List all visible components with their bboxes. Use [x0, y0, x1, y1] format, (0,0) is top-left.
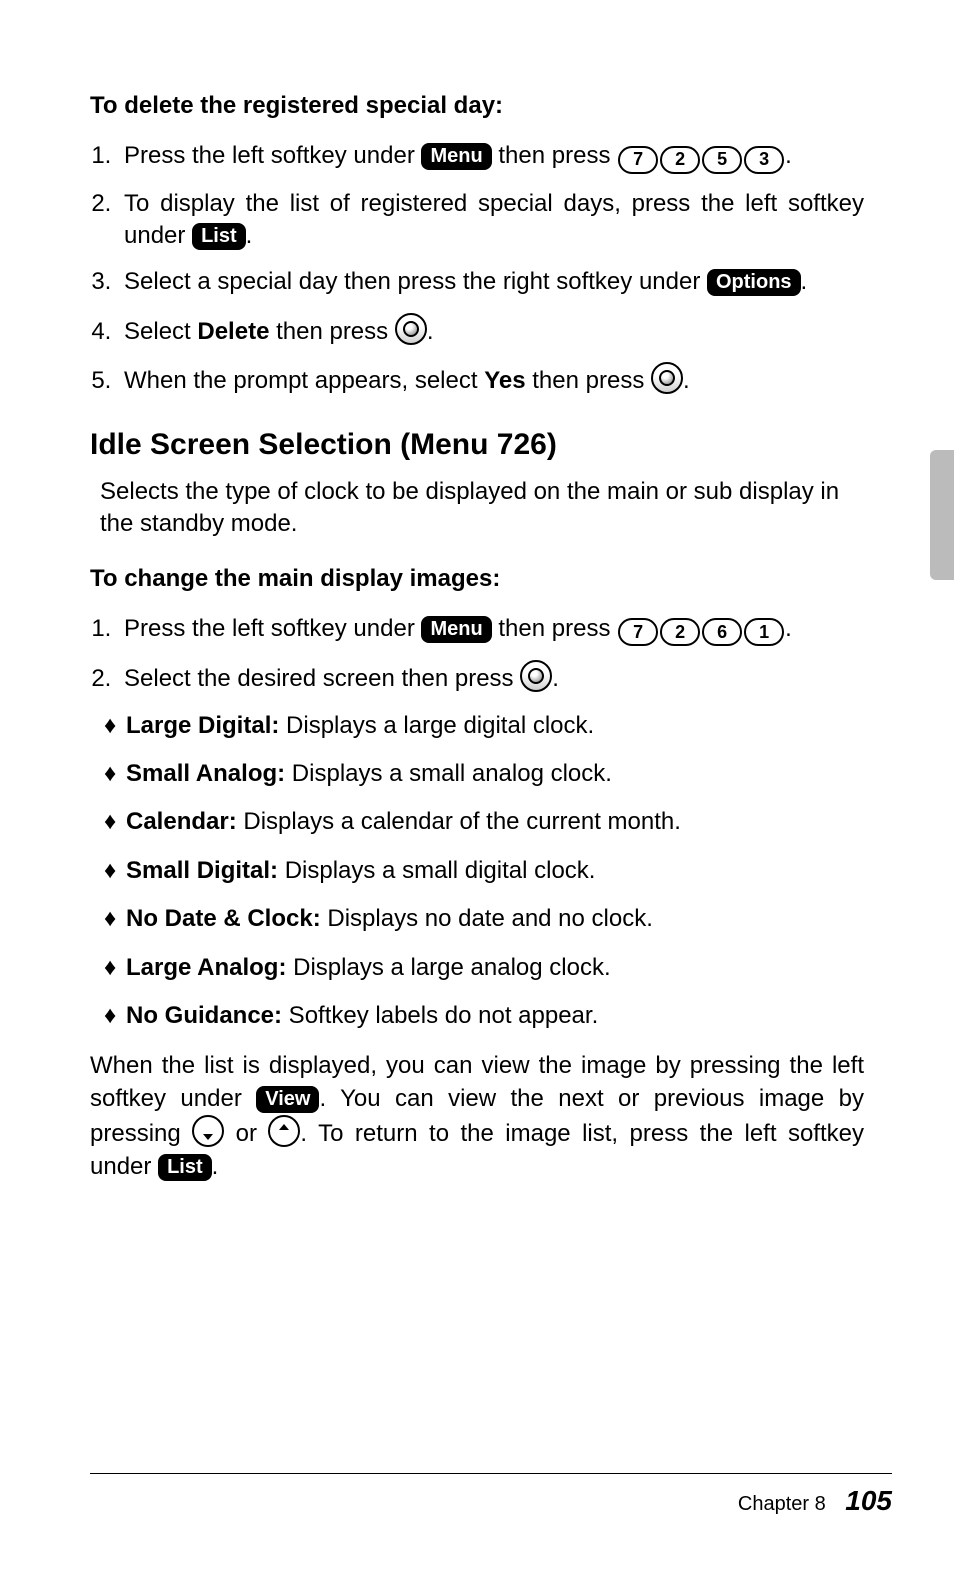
- key-3: 3: [744, 146, 784, 174]
- page-footer: Chapter 8 105: [90, 1473, 892, 1520]
- intro-text: Selects the type of clock to be displaye…: [90, 476, 864, 541]
- section-title-idle-screen: Idle Screen Selection (Menu 726): [90, 425, 864, 466]
- step-2: Select the desired screen then press .: [118, 660, 864, 695]
- text: Select: [124, 318, 197, 345]
- text: .: [427, 318, 434, 345]
- key-5: 5: [702, 146, 742, 174]
- option-desc: Displays no date and no clock.: [321, 905, 653, 932]
- option-calendar: Calendar: Displays a calendar of the cur…: [104, 806, 864, 838]
- text: then press: [492, 142, 617, 169]
- step-1: Press the left softkey under Menu then p…: [118, 613, 864, 646]
- text: .: [785, 142, 792, 169]
- text: When the prompt appears, select: [124, 367, 484, 394]
- text: .: [552, 665, 559, 692]
- option-no-guidance: No Guidance: Softkey labels do not appea…: [104, 1000, 864, 1032]
- key-2: 2: [660, 146, 700, 174]
- option-desc: Softkey labels do not appear.: [282, 1002, 598, 1029]
- list-key: List: [192, 223, 246, 250]
- page-number: 105: [845, 1485, 892, 1516]
- subheading-delete-day: To delete the registered special day:: [90, 90, 864, 122]
- key-6: 6: [702, 618, 742, 646]
- key-7: 7: [618, 618, 658, 646]
- text: .: [683, 367, 690, 394]
- ok-button-icon: [651, 362, 683, 394]
- ok-button-icon: [395, 313, 427, 345]
- option-desc: Displays a large digital clock.: [279, 712, 594, 739]
- text: .: [801, 268, 808, 295]
- chapter-label: Chapter 8: [738, 1493, 826, 1515]
- step-3: Select a special day then press the righ…: [118, 266, 864, 298]
- bold: Delete: [197, 318, 269, 345]
- option-name: Large Analog:: [126, 954, 286, 981]
- up-arrow-icon: [268, 1115, 300, 1147]
- text: Press the left softkey under: [124, 142, 421, 169]
- view-key: View: [256, 1086, 319, 1113]
- option-desc: Displays a large analog clock.: [286, 954, 610, 981]
- page-tab: [930, 450, 954, 580]
- steps-delete-day: Press the left softkey under Menu then p…: [90, 140, 864, 397]
- options-list: Large Digital: Displays a large digital …: [90, 710, 864, 1033]
- text: Press the left softkey under: [124, 615, 421, 642]
- option-large-digital: Large Digital: Displays a large digital …: [104, 710, 864, 742]
- manual-page: To delete the registered special day: Pr…: [0, 0, 954, 1590]
- step-1: Press the left softkey under Menu then p…: [118, 140, 864, 173]
- key-2: 2: [660, 618, 700, 646]
- subheading-change-display: To change the main display images:: [90, 563, 864, 595]
- option-name: Large Digital:: [126, 712, 279, 739]
- list-key: List: [158, 1154, 212, 1181]
- menu-key: Menu: [421, 143, 491, 170]
- option-name: Small Digital:: [126, 857, 278, 884]
- text: then press: [492, 615, 617, 642]
- step-2: To display the list of registered specia…: [118, 188, 864, 253]
- option-name: No Date & Clock:: [126, 905, 321, 932]
- text: Select the desired screen then press: [124, 665, 520, 692]
- text: .: [785, 615, 792, 642]
- option-desc: Displays a calendar of the current month…: [237, 808, 681, 835]
- key-1: 1: [744, 618, 784, 646]
- option-large-analog: Large Analog: Displays a large analog cl…: [104, 952, 864, 984]
- option-desc: Displays a small analog clock.: [285, 760, 612, 787]
- step-5: When the prompt appears, select Yes then…: [118, 362, 864, 397]
- option-name: Small Analog:: [126, 760, 285, 787]
- steps-change-display: Press the left softkey under Menu then p…: [90, 613, 864, 696]
- text: then press: [269, 318, 394, 345]
- down-arrow-icon: [192, 1115, 224, 1147]
- options-key: Options: [707, 269, 801, 296]
- option-name: No Guidance:: [126, 1002, 282, 1029]
- after-text: When the list is displayed, you can view…: [90, 1050, 864, 1183]
- option-no-date-clock: No Date & Clock: Displays no date and no…: [104, 903, 864, 935]
- menu-key: Menu: [421, 616, 491, 643]
- option-small-digital: Small Digital: Displays a small digital …: [104, 855, 864, 887]
- option-small-analog: Small Analog: Displays a small analog cl…: [104, 758, 864, 790]
- step-4: Select Delete then press .: [118, 313, 864, 348]
- text: .: [246, 222, 253, 249]
- text: .: [212, 1153, 219, 1180]
- option-desc: Displays a small digital clock.: [278, 857, 595, 884]
- text: or: [224, 1120, 268, 1147]
- ok-button-icon: [520, 660, 552, 692]
- bold: Yes: [484, 367, 525, 394]
- text: then press: [526, 367, 651, 394]
- option-name: Calendar:: [126, 808, 237, 835]
- text: Select a special day then press the righ…: [124, 268, 707, 295]
- key-7: 7: [618, 146, 658, 174]
